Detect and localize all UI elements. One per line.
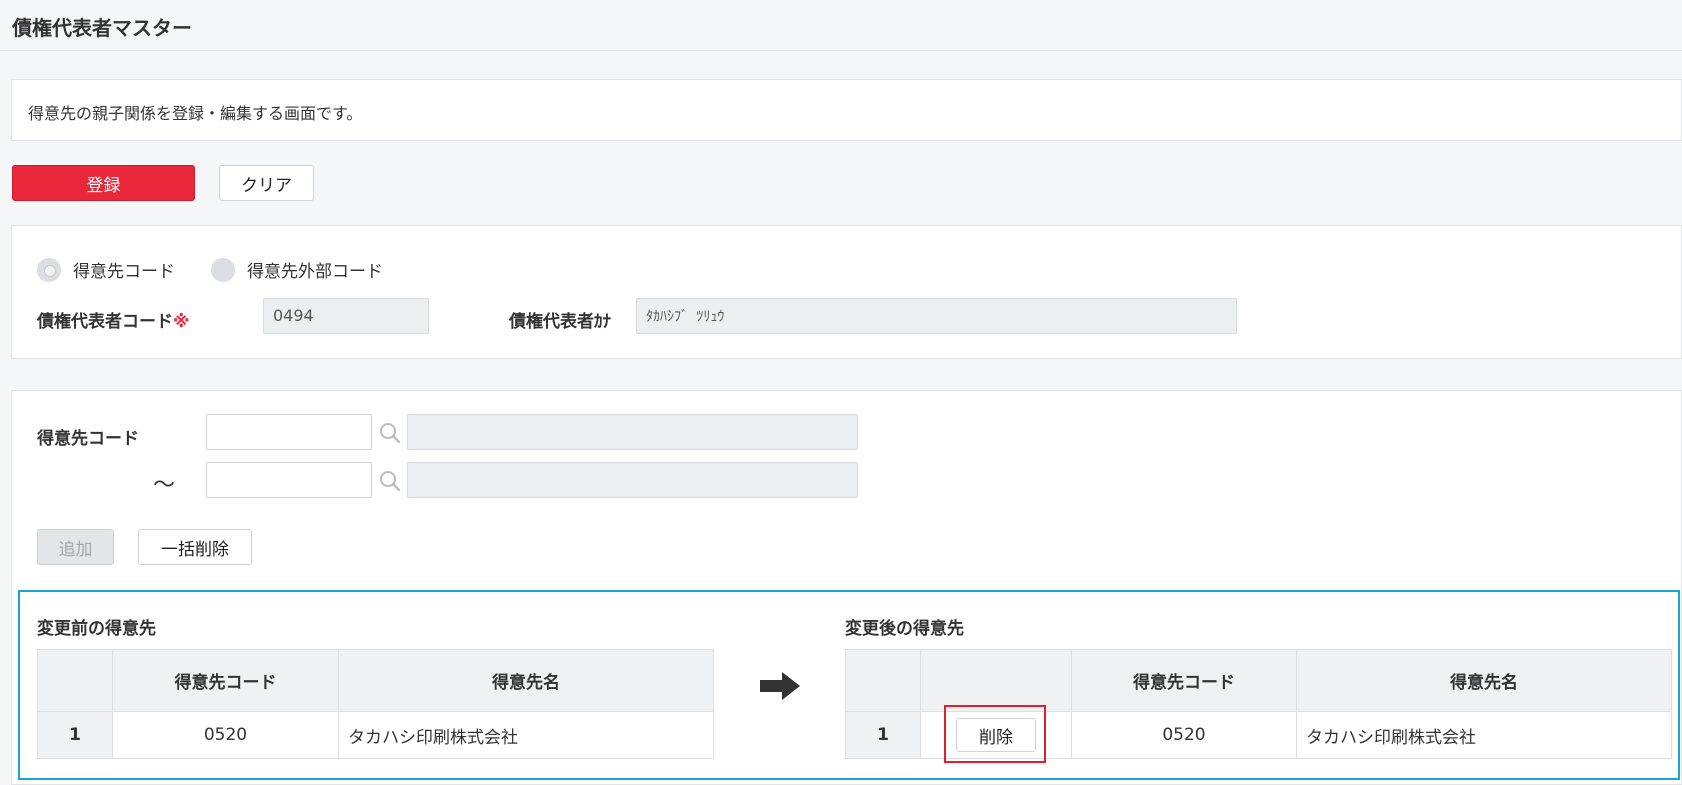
row-number: 1 bbox=[37, 711, 113, 759]
customer-name-from-field bbox=[407, 414, 858, 450]
column-header: 得意先名 bbox=[1296, 649, 1672, 712]
rep-code-label: 債権代表者コード※ bbox=[37, 307, 190, 332]
column-header bbox=[920, 649, 1072, 712]
add-button[interactable]: 追加 bbox=[37, 529, 114, 565]
column-header: 得意先コード bbox=[1071, 649, 1297, 712]
clear-button[interactable]: クリア bbox=[219, 165, 314, 201]
rep-kana-label: 債権代表者ｶﾅ bbox=[509, 312, 611, 332]
bulk-delete-button[interactable]: 一括削除 bbox=[138, 529, 252, 565]
radio-customer-code-label: 得意先コード bbox=[73, 262, 175, 282]
page-title: 債権代表者マスター bbox=[12, 16, 192, 40]
table-row: 1 0520 タカハシ印刷株式会社 bbox=[37, 711, 714, 759]
range-tilde: ～ bbox=[153, 473, 176, 498]
column-header: 得意先コード bbox=[112, 649, 339, 712]
search-icon[interactable] bbox=[379, 470, 401, 492]
required-mark: ※ bbox=[173, 312, 190, 332]
customer-code-to-input[interactable] bbox=[206, 462, 372, 498]
row-number: 1 bbox=[845, 711, 921, 759]
after-section-title: 変更後の得意先 bbox=[845, 619, 964, 639]
column-header: 得意先名 bbox=[338, 649, 714, 712]
radio-checked-icon[interactable] bbox=[37, 257, 61, 282]
customer-name-to-field bbox=[407, 462, 858, 498]
radio-external-code-label: 得意先外部コード bbox=[247, 262, 383, 282]
rep-code-field: 0494 bbox=[263, 298, 429, 334]
delete-button-highlight bbox=[944, 705, 1046, 763]
representative-form-panel bbox=[11, 225, 1682, 359]
customer-code-label: 得意先コード bbox=[37, 429, 139, 449]
customer-name-cell: タカハシ印刷株式会社 bbox=[1296, 711, 1672, 759]
description-panel: 得意先の親子関係を登録・編集する画面です。 bbox=[11, 79, 1682, 141]
rep-code-label-text: 債権代表者コード bbox=[37, 312, 173, 332]
before-table: 得意先コード 得意先名 1 0520 タカハシ印刷株式会社 bbox=[37, 649, 714, 759]
table-header-row: 得意先コード 得意先名 bbox=[845, 649, 1672, 712]
column-header bbox=[845, 649, 921, 712]
table-header-row: 得意先コード 得意先名 bbox=[37, 649, 714, 712]
customer-code-cell: 0520 bbox=[112, 711, 339, 759]
customer-code-from-input[interactable] bbox=[206, 414, 372, 450]
customer-name-cell: タカハシ印刷株式会社 bbox=[338, 711, 714, 759]
before-section-title: 変更前の得意先 bbox=[37, 619, 156, 639]
rep-kana-field: ﾀｶﾊｼﾌﾞ ﾂﾘｭｳ bbox=[636, 298, 1237, 334]
search-icon[interactable] bbox=[379, 422, 401, 444]
register-button[interactable]: 登録 bbox=[12, 165, 195, 201]
radio-customer-code[interactable]: 得意先コード bbox=[37, 257, 175, 282]
page-description: 得意先の親子関係を登録・編集する画面です。 bbox=[28, 104, 363, 123]
page-header: 債権代表者マスター bbox=[0, 0, 1682, 51]
arrow-right-icon bbox=[760, 672, 800, 700]
radio-external-code[interactable]: 得意先外部コード bbox=[211, 257, 383, 282]
customer-code-cell: 0520 bbox=[1071, 711, 1297, 759]
column-header bbox=[37, 649, 113, 712]
radio-unchecked-icon[interactable] bbox=[211, 257, 235, 282]
